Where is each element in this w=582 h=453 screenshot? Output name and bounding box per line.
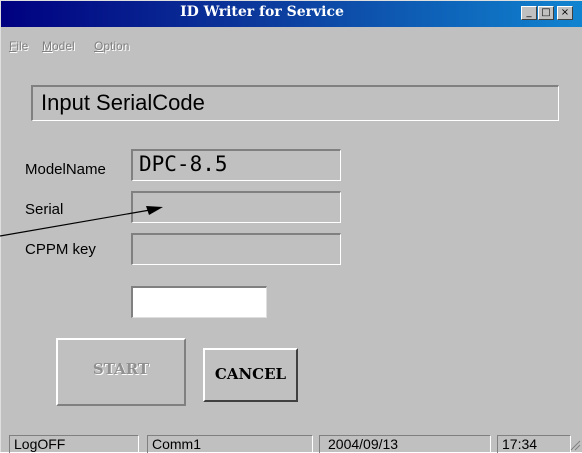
callout-arrow-icon [0,206,163,237]
